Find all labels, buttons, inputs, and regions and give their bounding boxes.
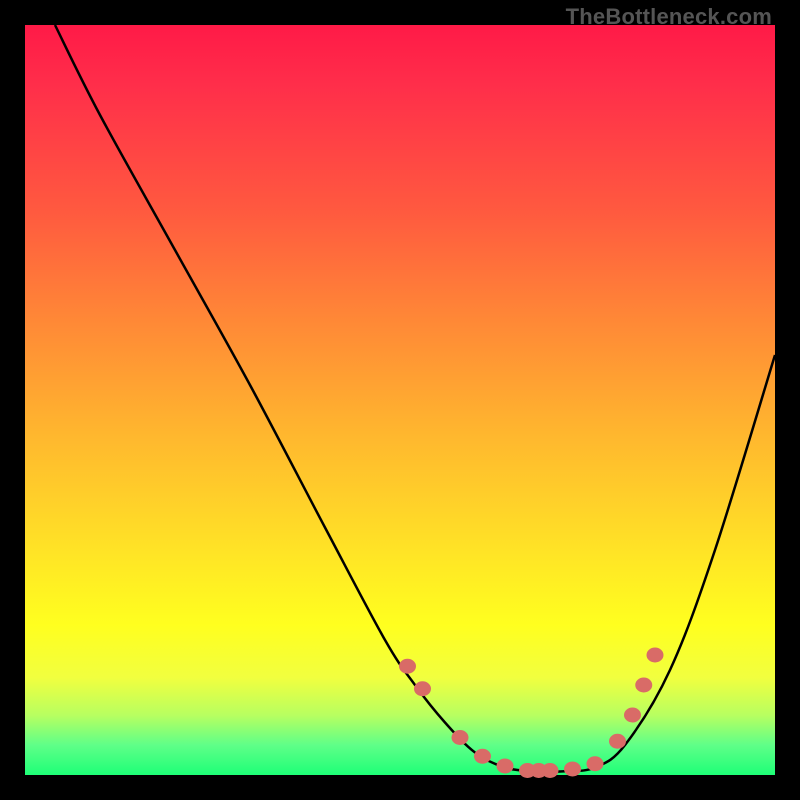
data-marker <box>474 749 491 764</box>
data-marker <box>647 648 664 663</box>
data-marker <box>497 759 514 774</box>
data-marker <box>542 763 559 778</box>
data-marker <box>624 708 641 723</box>
chart-svg <box>25 25 775 775</box>
data-marker <box>635 678 652 693</box>
chart-frame: TheBottleneck.com <box>0 0 800 800</box>
bottleneck-curve <box>55 25 775 772</box>
watermark-text: TheBottleneck.com <box>566 4 772 30</box>
marker-group <box>399 648 664 779</box>
data-marker <box>587 756 604 771</box>
data-marker <box>452 730 469 745</box>
data-marker <box>414 681 431 696</box>
data-marker <box>564 762 581 777</box>
data-marker <box>399 659 416 674</box>
plot-area <box>25 25 775 775</box>
data-marker <box>609 734 626 749</box>
